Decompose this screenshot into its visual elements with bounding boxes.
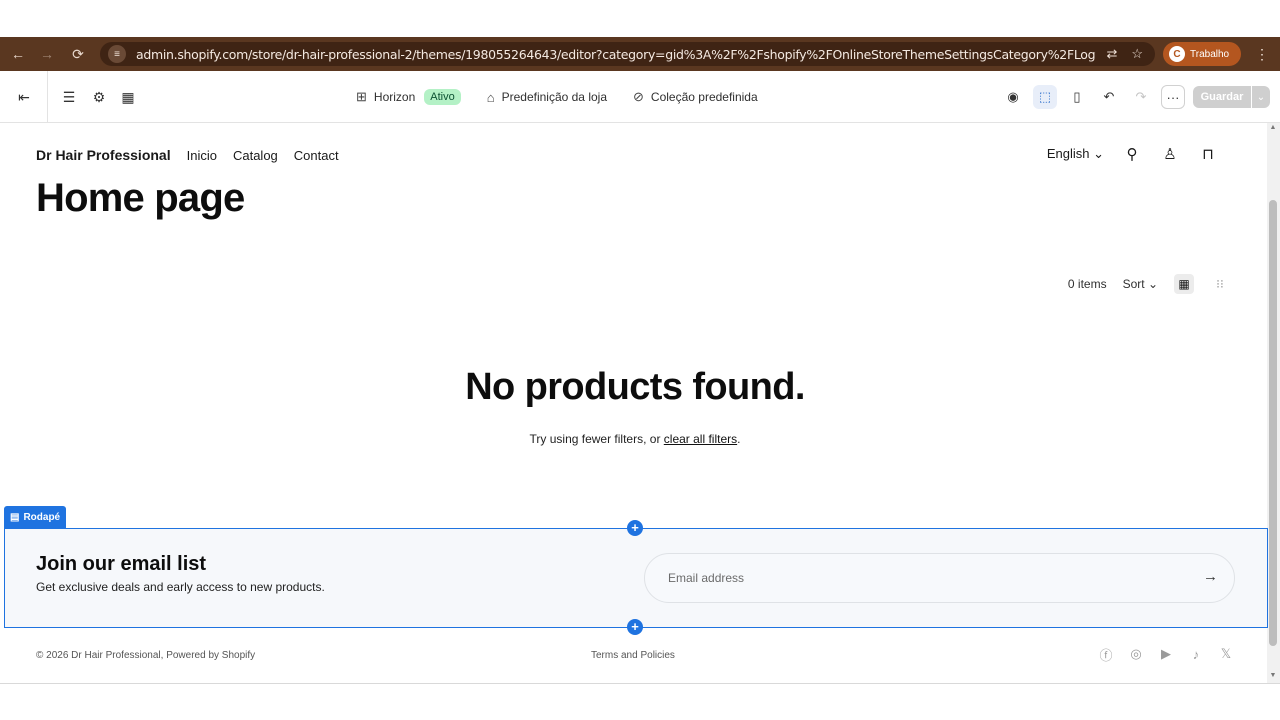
more-actions-button[interactable]: ··· [1161, 85, 1185, 109]
inspector-icon[interactable]: ◉ [1001, 85, 1025, 109]
collection-preset-label: Coleção predefinida [650, 90, 758, 104]
copyright-text: © 2026 Dr Hair Professional, Powered by … [36, 650, 256, 661]
email-placeholder: Email address [668, 571, 745, 585]
tag-icon: ⊘ [633, 89, 644, 104]
chevron-down-icon[interactable]: ⌄ [1252, 86, 1270, 108]
clear-filters-link[interactable]: clear all filters [664, 432, 737, 446]
bookmark-star-icon[interactable]: ☆ [1131, 46, 1143, 62]
window-bottom [0, 683, 1280, 720]
empty-state-text: Try using fewer filters, or clear all fi… [0, 432, 1270, 446]
grid-large-icon[interactable]: ▦ [1174, 274, 1194, 294]
add-section-icon[interactable]: + [627, 619, 643, 635]
avatar: C [1169, 46, 1185, 62]
scroll-up-icon[interactable]: ▲ [1269, 124, 1277, 131]
exit-icon[interactable]: ⇤ [14, 87, 34, 107]
store-preset-label: Predefinição da loja [501, 90, 607, 104]
save-button[interactable]: Guardar [1193, 86, 1251, 108]
chevron-down-icon: ⌄ [1093, 146, 1104, 161]
nav-link-inicio[interactable]: Inicio [187, 148, 217, 163]
status-badge: Ativo [424, 89, 461, 105]
language-label: English [1046, 146, 1090, 161]
collection-toolbar: 0 items Sort ⌄ ▦ ⁝⁝ [1068, 274, 1230, 294]
translate-icon[interactable]: ⇄ [1106, 46, 1117, 62]
back-button[interactable]: ← [6, 42, 30, 66]
reload-button[interactable]: ⟳ [66, 42, 90, 66]
forward-button[interactable]: → [35, 42, 59, 66]
gear-icon[interactable]: ⚙ [89, 87, 109, 107]
language-selector[interactable]: English ⌄ [1047, 146, 1104, 162]
empty-text-after: . [737, 432, 741, 446]
redo-icon[interactable]: ↷ [1129, 85, 1153, 109]
top-blank [0, 0, 1280, 37]
policies-link[interactable]: Terms and Policies [591, 650, 675, 661]
account-icon[interactable]: ♙ [1160, 145, 1180, 163]
store-preset-selector[interactable]: ⌂ Predefinição da loja [487, 90, 607, 105]
theme-selector[interactable]: ⊞ Horizon Ativo [356, 89, 461, 105]
url-text[interactable]: admin.shopify.com/store/dr-hair-professi… [136, 47, 1096, 62]
site-settings-icon[interactable]: ≡ [108, 45, 126, 63]
store-icon: ⌂ [486, 89, 495, 105]
section-tag-label: Rodapé [23, 511, 61, 523]
select-element-icon[interactable]: ⬚ [1033, 85, 1057, 109]
profile-label: Trabalho [1190, 48, 1230, 60]
tiktok-icon[interactable]: ♪ [1187, 645, 1205, 663]
editor-context: ⊞ Horizon Ativo ⌂ Predefinição da loja ⊘… [356, 87, 784, 107]
x-icon[interactable]: 𝕏 [1217, 645, 1235, 663]
empty-text-before: Try using fewer filters, or [529, 432, 664, 446]
theme-name: Horizon [373, 90, 416, 104]
cart-icon[interactable]: ⊓ [1198, 145, 1218, 163]
add-section-icon[interactable]: + [627, 520, 643, 536]
scroll-down-icon[interactable]: ▼ [1269, 672, 1277, 679]
sections-icon[interactable]: ☰ [59, 87, 79, 107]
mobile-preview-icon[interactable]: ▯ [1065, 85, 1089, 109]
editor-toolbar: ⇤ ☰ ⚙ ▦ ⊞ Horizon Ativo ⌂ Predefinição d… [0, 71, 1280, 123]
email-title: Join our email list [36, 553, 207, 575]
sort-dropdown[interactable]: Sort ⌄ [1123, 277, 1158, 291]
store-header-actions: English ⌄ ⚲ ♙ ⊓ [1047, 143, 1218, 165]
section-tag[interactable]: ▤ Rodapé [4, 506, 67, 528]
scrollbar-thumb[interactable] [1269, 200, 1277, 646]
arrow-right-icon[interactable]: → [1203, 568, 1218, 585]
empty-state-title: No products found. [465, 366, 805, 408]
store-brand[interactable]: Dr Hair Professional [36, 147, 171, 163]
grid-small-icon[interactable]: ⁝⁝ [1210, 274, 1230, 294]
collection-preset-selector[interactable]: ⊘ Coleção predefinida [633, 89, 758, 105]
layout-icon: ⊞ [356, 89, 367, 104]
profile-chip[interactable]: C Trabalho [1163, 42, 1241, 66]
email-field[interactable]: Email address → [644, 553, 1235, 603]
youtube-icon[interactable]: ▶ [1157, 645, 1175, 663]
items-count: 0 items [1067, 277, 1107, 291]
browser-toolbar: ← → ⟳ ≡ admin.shopify.com/store/dr-hair-… [0, 37, 1280, 71]
undo-icon[interactable]: ↶ [1097, 85, 1121, 109]
sort-label: Sort [1122, 277, 1145, 291]
search-icon[interactable]: ⚲ [1122, 145, 1142, 163]
chevron-down-icon: ⌄ [1147, 277, 1158, 291]
toolbar-divider [47, 71, 48, 123]
browser-menu-icon[interactable]: ⋮ [1252, 42, 1272, 66]
store-header: Dr Hair Professional Inicio Catalog Cont… [36, 146, 339, 164]
address-bar[interactable]: ≡ admin.shopify.com/store/dr-hair-profes… [100, 42, 1155, 66]
nav-link-contact[interactable]: Contact [294, 148, 339, 163]
apps-icon[interactable]: ▦ [118, 87, 138, 107]
email-subtitle: Get exclusive deals and early access to … [36, 580, 325, 594]
facebook-icon[interactable]: ⓕ [1097, 645, 1115, 663]
social-links: ⓕ ◎ ▶ ♪ 𝕏 [1097, 645, 1235, 663]
editor-right-tools: ◉ ⬚ ▯ ↶ ↷ ··· Guardar ⌄ [1001, 85, 1270, 109]
footer-section-icon: ▤ [10, 511, 20, 523]
nav-link-catalog[interactable]: Catalog [233, 148, 278, 163]
page-title: Home page [36, 176, 245, 220]
instagram-icon[interactable]: ◎ [1127, 645, 1145, 663]
